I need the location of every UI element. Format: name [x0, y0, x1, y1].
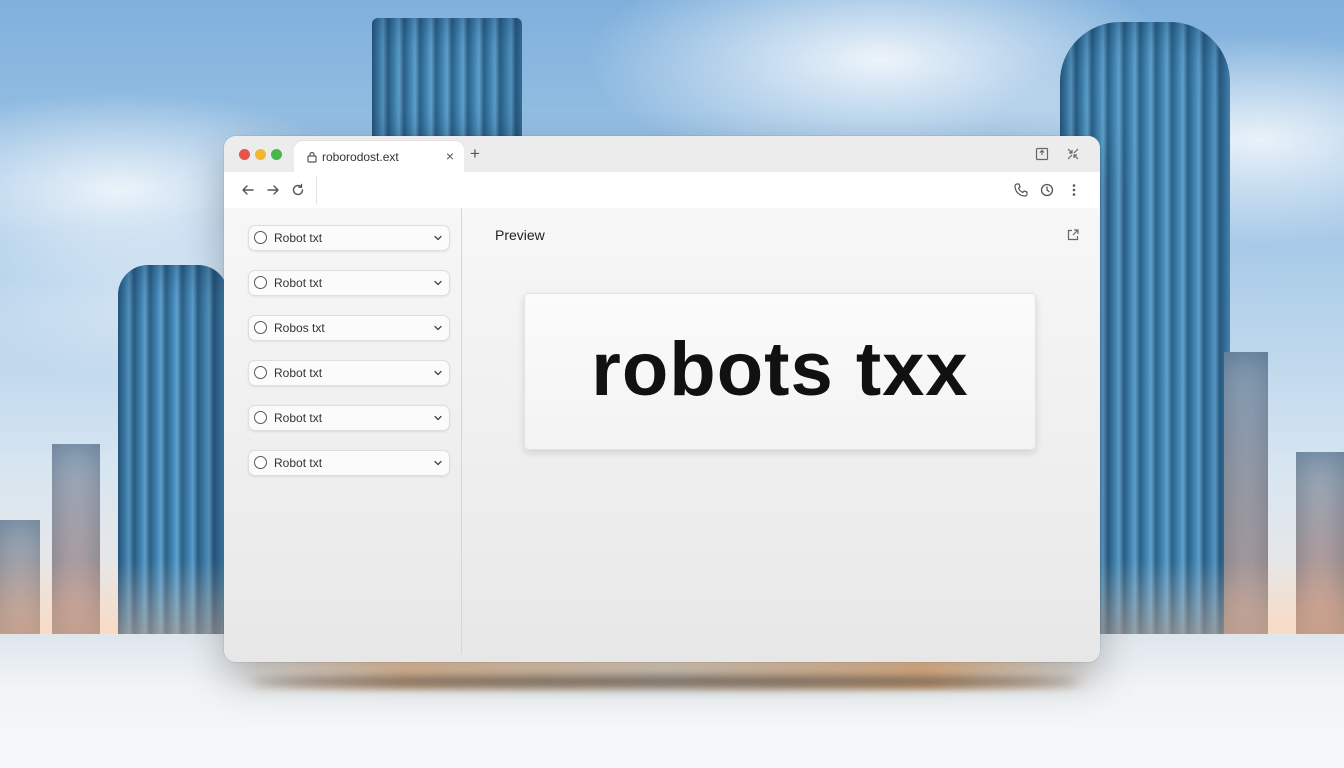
lock-icon — [307, 151, 317, 163]
new-tab-button[interactable]: + — [470, 145, 480, 162]
kebab-menu-icon[interactable] — [1066, 182, 1082, 198]
close-window-button[interactable] — [239, 149, 250, 160]
phone-icon[interactable] — [1013, 182, 1029, 198]
maximize-window-button[interactable] — [271, 149, 282, 160]
reload-icon[interactable] — [290, 182, 306, 198]
radio-icon[interactable] — [254, 366, 267, 379]
preview-text: robots txx — [591, 327, 969, 412]
title-bar: roborodost.ext × + — [224, 136, 1100, 172]
minimize-window-button[interactable] — [255, 149, 266, 160]
chevron-down-icon[interactable] — [433, 413, 443, 423]
open-external-icon[interactable] — [1066, 228, 1080, 242]
tab-title: roborodost.ext — [322, 150, 399, 164]
sidebar-item-label: Robot txt — [274, 411, 323, 425]
extension-box-icon[interactable] — [1035, 147, 1049, 161]
sidebar-item-5[interactable]: Robot txt — [248, 405, 450, 431]
chevron-down-icon[interactable] — [433, 233, 443, 243]
preview-pane: Preview robots txx — [462, 208, 1100, 662]
active-tab[interactable]: roborodost.ext × — [294, 141, 464, 172]
radio-icon[interactable] — [254, 231, 267, 244]
building — [372, 18, 522, 148]
chevron-down-icon[interactable] — [433, 278, 443, 288]
chevron-down-icon[interactable] — [433, 458, 443, 468]
radio-icon[interactable] — [254, 411, 267, 424]
radio-icon[interactable] — [254, 456, 267, 469]
chevron-down-icon[interactable] — [433, 323, 443, 333]
window-shadow — [250, 676, 1080, 688]
sidebar-item-label: Robot txt — [274, 456, 323, 470]
radio-icon[interactable] — [254, 321, 267, 334]
forward-arrow-icon[interactable] — [265, 182, 281, 198]
address-bar[interactable] — [316, 176, 1001, 204]
sidebar-item-label: Robot txt — [274, 231, 323, 245]
preview-heading: Preview — [495, 227, 545, 243]
back-arrow-icon[interactable] — [240, 182, 256, 198]
sidebar-item-label: Robot txt — [274, 366, 323, 380]
sidebar-item-2[interactable]: Robot txt — [248, 270, 450, 296]
sidebar-item-1[interactable]: Robot txt — [248, 225, 450, 251]
preview-card: robots txx — [524, 293, 1036, 450]
shrink-icon[interactable] — [1066, 147, 1080, 161]
sidebar-item-4[interactable]: Robot txt — [248, 360, 450, 386]
sidebar: Robot txt Robot txt Robos txt Robot txt — [224, 208, 462, 654]
sidebar-item-label: Robot txt — [274, 276, 323, 290]
radio-icon[interactable] — [254, 276, 267, 289]
tab-close-icon[interactable]: × — [446, 149, 454, 163]
toolbar — [224, 172, 1100, 209]
sidebar-item-6[interactable]: Robot txt — [248, 450, 450, 476]
sidebar-item-3[interactable]: Robos txt — [248, 315, 450, 341]
chevron-down-icon[interactable] — [433, 368, 443, 378]
clock-icon[interactable] — [1039, 182, 1055, 198]
sidebar-item-label: Robos txt — [274, 321, 325, 335]
page-content: Robot txt Robot txt Robos txt Robot txt — [224, 208, 1100, 662]
browser-window: roborodost.ext × + Robot txt Robot txt R… — [224, 136, 1100, 662]
